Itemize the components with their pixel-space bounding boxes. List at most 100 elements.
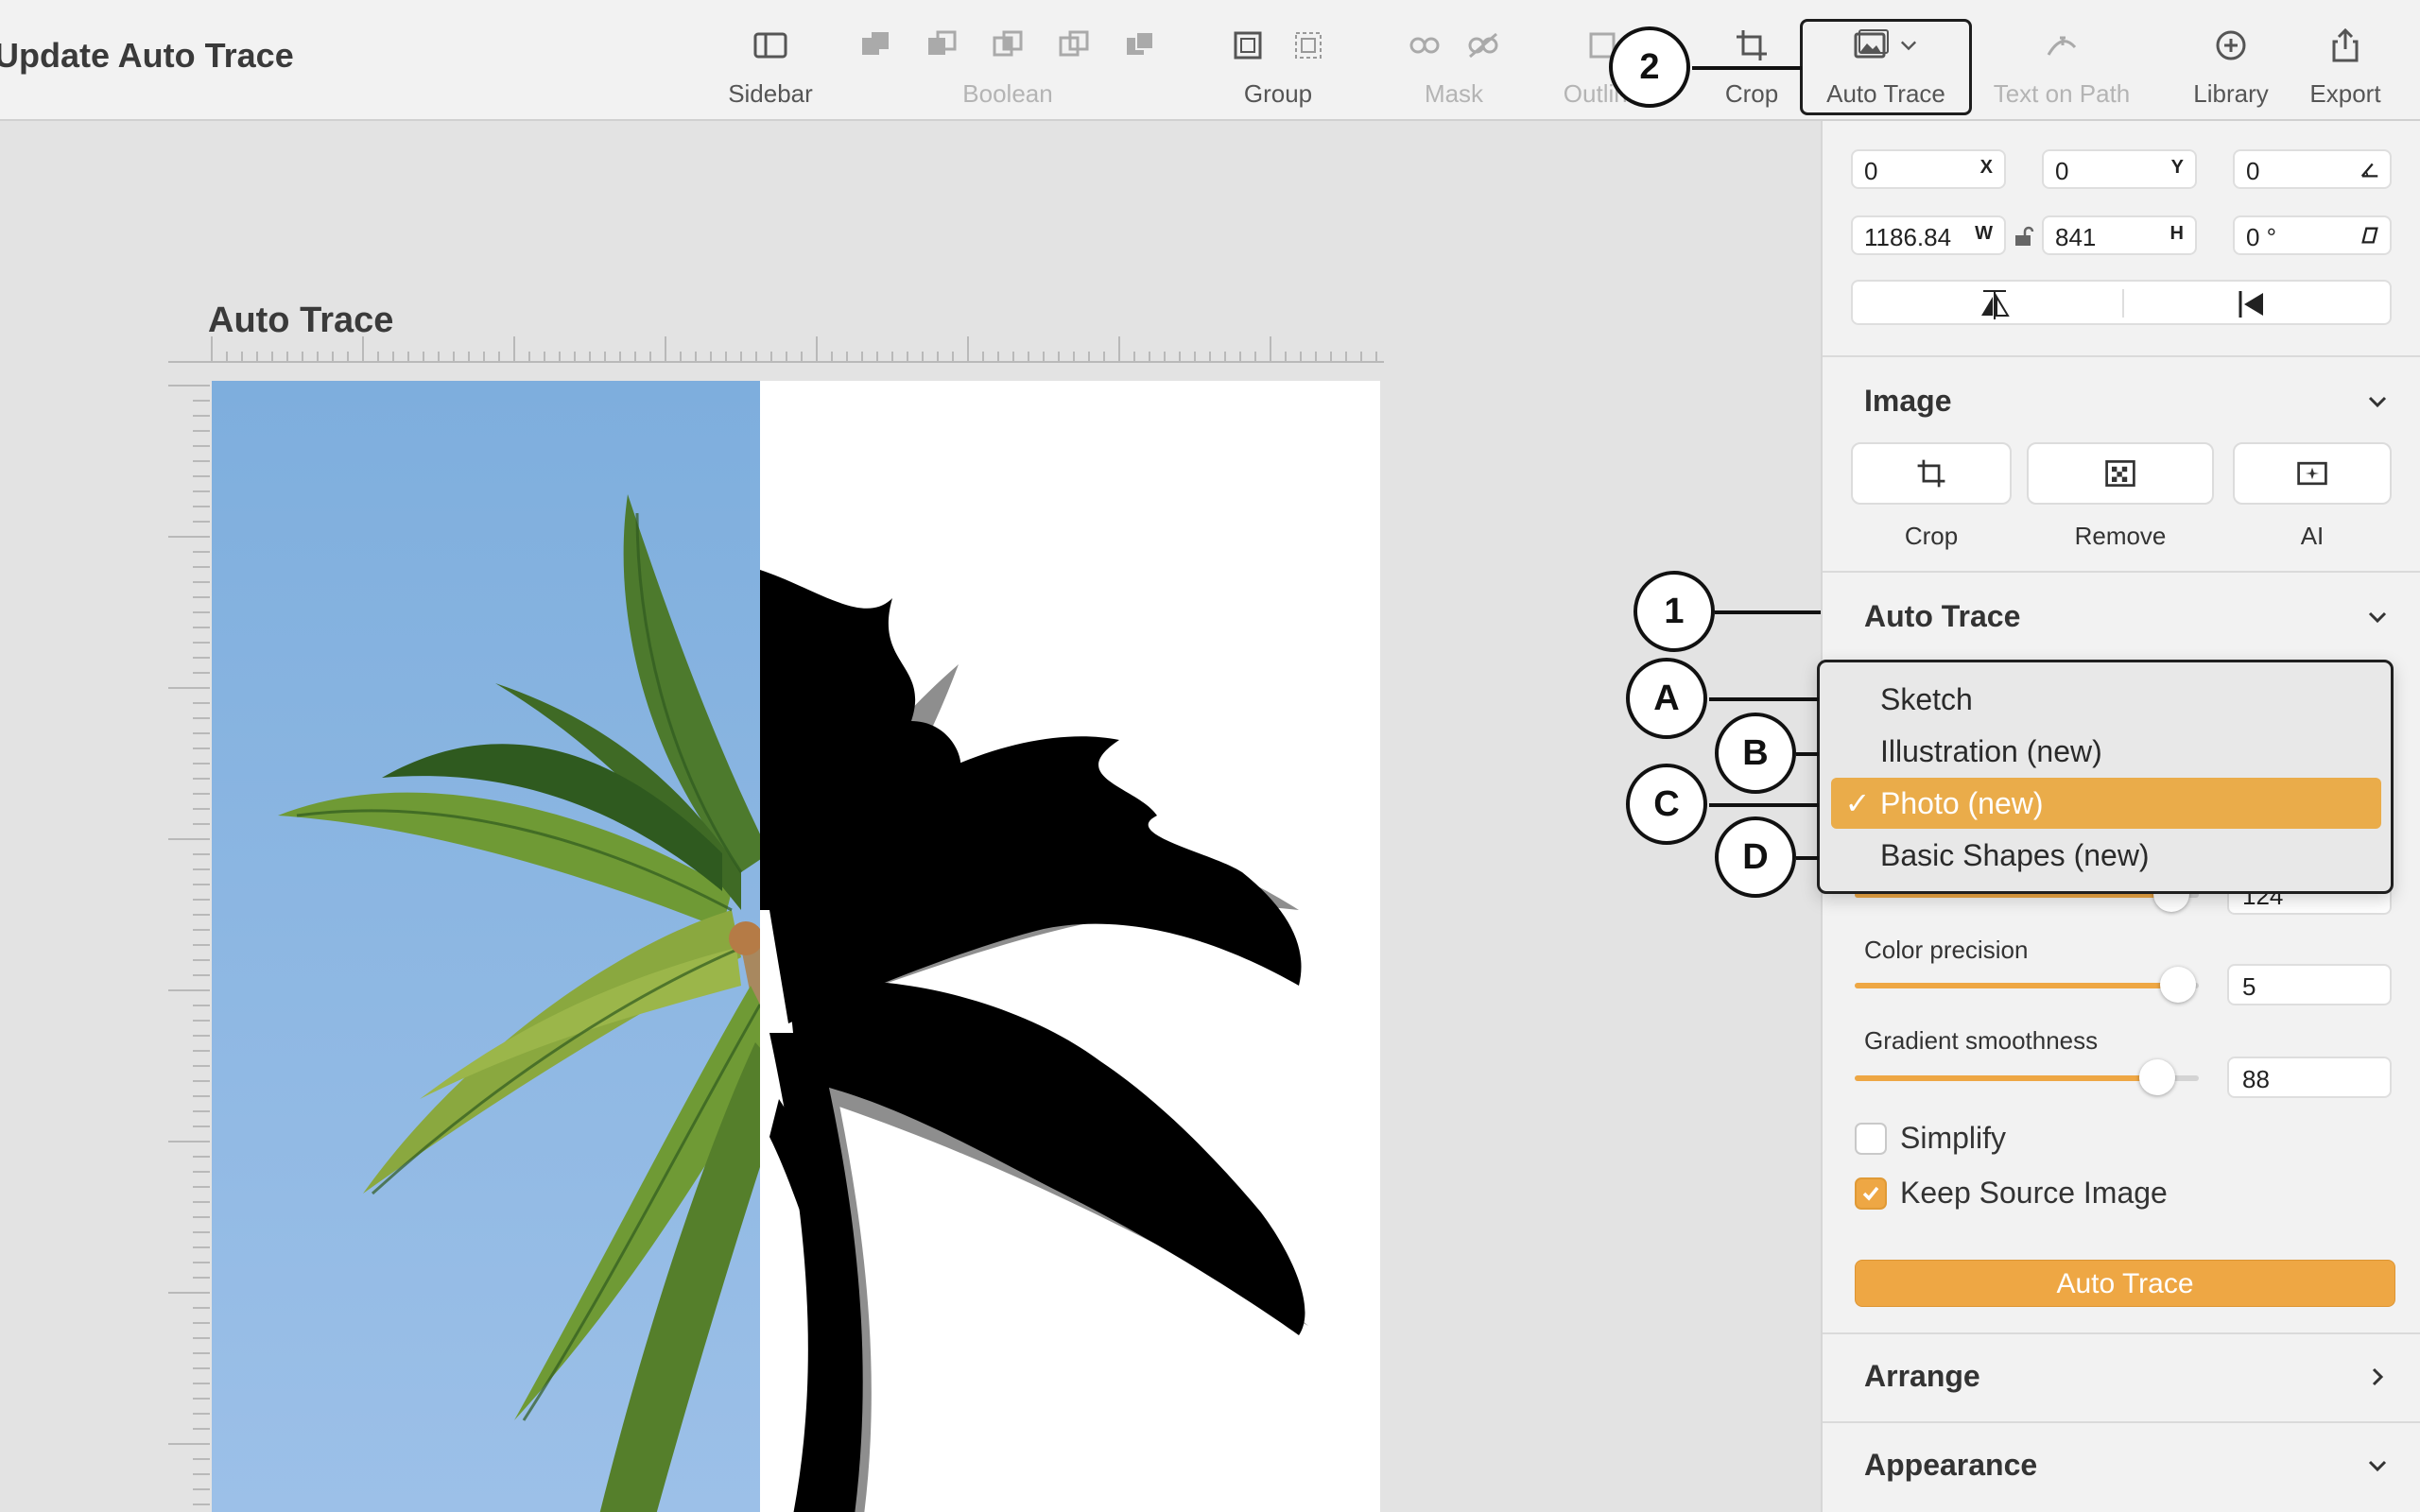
flip-control — [1851, 280, 2392, 325]
subtract-icon — [928, 30, 957, 55]
y-field[interactable]: 0 Y — [2042, 149, 2197, 189]
gradient-smoothness-fill — [1855, 1075, 2158, 1081]
callout-d: D — [1715, 816, 1796, 898]
arrange-section-title: Arrange — [1864, 1359, 1980, 1393]
crop-icon — [1737, 30, 1767, 60]
checkmark-icon: ✓ — [1844, 786, 1871, 820]
color-precision-fill — [1855, 983, 2179, 988]
boolean-label: Boolean — [962, 79, 1053, 108]
chevron-down-icon[interactable] — [2365, 1453, 2390, 1478]
toolbar-highlight-box — [1800, 19, 1972, 115]
share-icon — [2332, 27, 2359, 62]
mask-icon — [1409, 37, 1440, 54]
unmask-icon — [1468, 32, 1498, 59]
trace-mode-menu: Sketch Illustration (new) ✓ Photo (new) … — [1817, 660, 2394, 894]
x-field[interactable]: 0 X — [1851, 149, 2006, 189]
exclude-icon — [1059, 30, 1089, 57]
gradient-smoothness-field[interactable]: 88 — [2227, 1057, 2392, 1098]
crop-label: Crop — [1724, 79, 1779, 108]
plus-circle-icon — [2216, 30, 2246, 60]
flip-vertical-icon[interactable] — [2235, 285, 2273, 323]
horizontal-ruler — [168, 336, 1384, 363]
ai-sparkle-icon — [2297, 461, 2327, 486]
image-crop-label: Crop — [1904, 522, 1959, 550]
width-label: W — [1975, 223, 1993, 244]
keep-source-checkbox[interactable] — [1855, 1177, 1887, 1210]
crop-button[interactable]: Crop — [1702, 0, 1802, 119]
menu-item-sketch[interactable]: Sketch — [1831, 674, 2381, 725]
color-precision-thumb[interactable] — [2160, 967, 2197, 1003]
canvas[interactable]: Auto Trace — [0, 121, 1821, 1512]
group-button[interactable]: Group — [1212, 0, 1344, 119]
width-value: 1186.84 — [1864, 223, 1952, 251]
skew-icon — [2361, 227, 2378, 244]
simplify-checkbox[interactable] — [1855, 1123, 1887, 1155]
menu-item-basic-shapes[interactable]: Basic Shapes (new) — [1831, 830, 2381, 881]
image-section-title: Image — [1864, 384, 1952, 418]
library-label: Library — [2193, 79, 2269, 108]
x-label: X — [1979, 157, 1993, 178]
intersect-icon — [993, 30, 1023, 57]
callout-line-a — [1709, 697, 1819, 701]
artboard[interactable] — [212, 381, 1380, 1512]
callout-b: B — [1715, 713, 1796, 794]
angle-value: 0 — [2246, 157, 2260, 185]
menu-item-label: Illustration (new) — [1880, 734, 2102, 768]
width-field[interactable]: 1186.84 W — [1851, 215, 2006, 255]
library-button[interactable]: Library — [2174, 0, 2288, 119]
image-ai-label: AI — [2300, 522, 2325, 550]
chevron-right-icon[interactable] — [2365, 1365, 2390, 1389]
image-crop-button[interactable] — [1851, 442, 2012, 505]
menu-item-illustration[interactable]: Illustration (new) — [1831, 726, 2381, 777]
keep-source-label: Keep Source Image — [1900, 1176, 2168, 1210]
angle-icon — [2360, 163, 2378, 178]
y-label: Y — [2170, 157, 2184, 178]
color-precision-value: 5 — [2242, 972, 2256, 1001]
gradient-smoothness-thumb[interactable] — [2139, 1059, 2176, 1095]
auto-trace-button[interactable]: Auto Trace — [1855, 1260, 2395, 1307]
x-value: 0 — [1864, 157, 1878, 185]
remove-background-icon — [2105, 460, 2135, 487]
callout-line-b — [1796, 752, 1819, 756]
callout-2: 2 — [1609, 26, 1690, 108]
lock-icon[interactable] — [2012, 225, 2034, 248]
sidebar-button[interactable]: Sidebar — [707, 0, 834, 119]
menu-item-label: Sketch — [1880, 682, 1973, 716]
callout-c: C — [1626, 764, 1707, 845]
chevron-down-icon[interactable] — [2365, 605, 2390, 629]
callout-line-2 — [1692, 66, 1802, 70]
simplify-label: Simplify — [1900, 1121, 2007, 1155]
gradient-smoothness-slider[interactable] — [1855, 1059, 2199, 1095]
y-value: 0 — [2055, 157, 2069, 185]
callout-line-1 — [1715, 610, 1821, 614]
callout-line-d — [1796, 856, 1819, 860]
group-icon — [1234, 31, 1262, 60]
menu-item-label: Photo (new) — [1880, 786, 2044, 820]
image-ai-button[interactable] — [2233, 442, 2392, 505]
mask-button[interactable]: Mask — [1384, 0, 1524, 119]
text-on-path-button[interactable]: Text on Path — [1983, 0, 2140, 119]
color-precision-field[interactable]: 5 — [2227, 964, 2392, 1005]
rotation-value: 0 ° — [2246, 223, 2277, 251]
boolean-group[interactable]: Boolean — [843, 0, 1172, 119]
callout-1: 1 — [1634, 571, 1715, 652]
palm-tree-image[interactable] — [212, 381, 1380, 1512]
export-button[interactable]: Export — [2297, 0, 2394, 119]
appearance-section-title: Appearance — [1864, 1448, 2038, 1482]
text-on-path-label: Text on Path — [1993, 79, 2131, 108]
angle-field[interactable]: 0 — [2233, 149, 2392, 189]
checkmark-icon — [1862, 1186, 1879, 1201]
height-label: H — [2169, 223, 2184, 244]
height-field[interactable]: 841 H — [2042, 215, 2197, 255]
ungroup-icon — [1295, 32, 1322, 59]
toolbar: Update Auto Trace Sidebar Boolean Group … — [0, 0, 2420, 121]
flip-horizontal-icon[interactable] — [1976, 285, 2014, 323]
menu-item-label: Basic Shapes (new) — [1880, 838, 2150, 872]
menu-item-photo[interactable]: ✓ Photo (new) — [1831, 778, 2381, 829]
color-precision-slider[interactable] — [1855, 967, 2199, 1003]
chevron-down-icon[interactable] — [2365, 389, 2390, 414]
union-icon — [862, 32, 889, 55]
image-remove-button[interactable] — [2027, 442, 2214, 505]
rotation-field[interactable]: 0 ° — [2233, 215, 2392, 255]
text-on-path-icon — [2047, 36, 2077, 56]
